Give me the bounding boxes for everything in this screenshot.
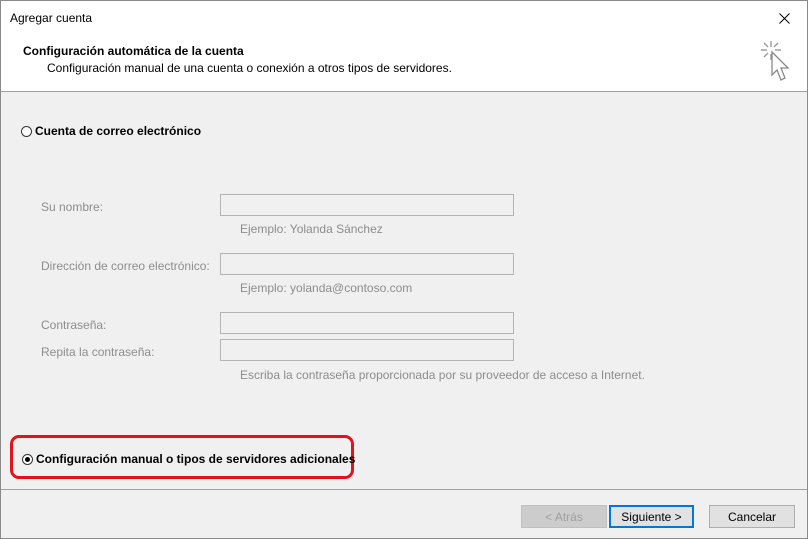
password-hint: Escriba la contraseña proporcionada por … [240,368,645,382]
back-button[interactable]: < Atrás [521,505,607,528]
title-bar: Agregar cuenta [1,1,807,35]
add-account-dialog: Agregar cuenta Configuración automática … [0,0,808,539]
email-account-label: Cuenta de correo electrónico [35,124,202,138]
email-label: Dirección de correo electrónico: [41,259,210,273]
footer-divider [1,489,807,490]
email-hint: Ejemplo: yolanda@contoso.com [240,281,413,295]
password-repeat-input[interactable] [220,339,514,361]
cancel-button[interactable]: Cancelar [709,505,795,528]
close-icon [778,12,790,24]
email-input[interactable] [220,253,514,275]
header-panel: Configuración automática de la cuenta Co… [1,35,807,92]
header-subtitle: Configuración manual de una cuenta o con… [47,61,452,75]
password-label: Contraseña: [41,318,107,332]
window-title: Agregar cuenta [10,11,93,25]
manual-config-radio[interactable] [22,453,33,465]
password-input[interactable] [220,312,514,334]
name-label: Su nombre: [41,200,104,214]
name-hint: Ejemplo: Yolanda Sánchez [240,222,383,236]
manual-config-label: Configuración manual o tipos de servidor… [36,452,356,466]
email-account-radio[interactable] [21,125,32,137]
header-title: Configuración automática de la cuenta [23,44,244,58]
email-account-option[interactable]: Cuenta de correo electrónico [21,124,201,138]
password-repeat-label: Repita la contraseña: [41,345,155,359]
cursor-sparkle-icon [761,41,790,81]
name-input[interactable] [220,194,514,216]
next-button[interactable]: Siguiente > [609,505,694,528]
manual-config-option[interactable]: Configuración manual o tipos de servidor… [22,452,355,466]
close-button[interactable] [761,1,807,35]
